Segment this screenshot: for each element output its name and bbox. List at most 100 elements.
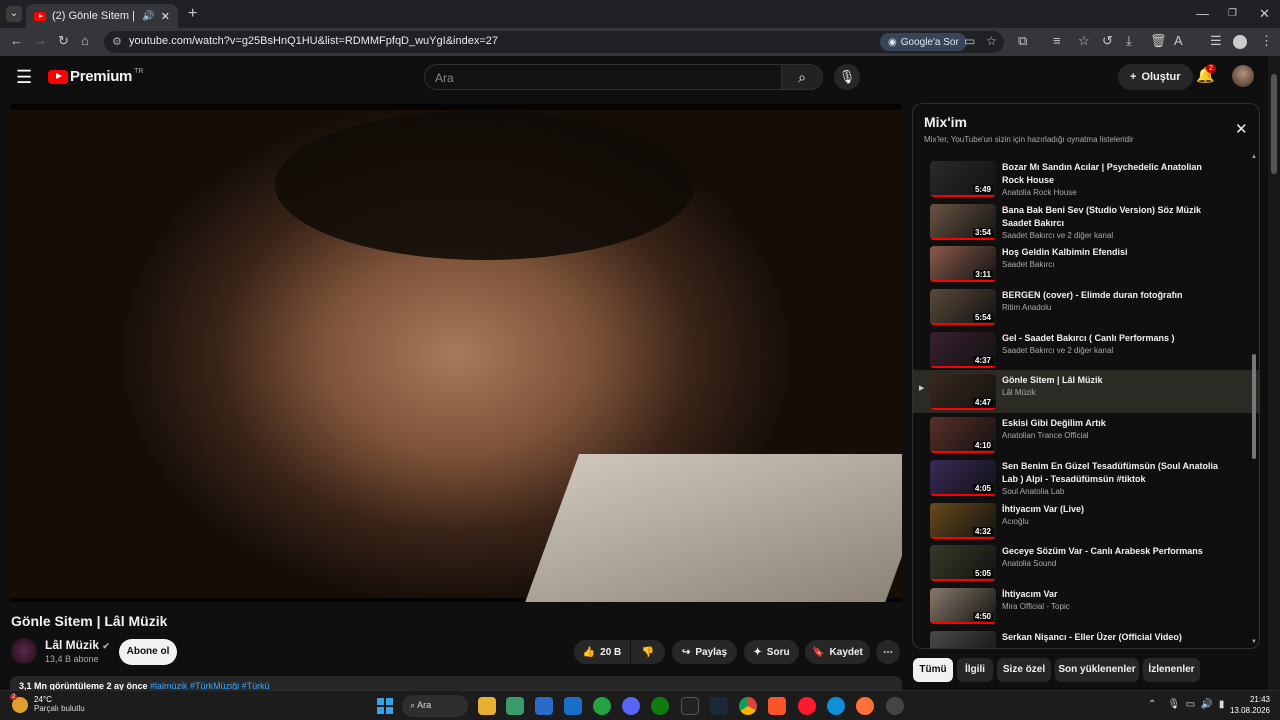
new-tab-button[interactable]: + — [188, 5, 197, 23]
playlist-item[interactable]: 4:50 İhtiyacım Var Mira Official - Topic — [913, 584, 1259, 627]
scroll-down-icon[interactable]: ▼ — [1251, 639, 1257, 645]
scroll-up-icon[interactable]: ▲ — [1251, 154, 1257, 160]
playlist-item[interactable]: Serkan Nişancı - Eller Üzer (Official Vi… — [913, 627, 1259, 648]
profile-avatar[interactable] — [1233, 35, 1247, 49]
chip-related[interactable]: İlgili — [957, 658, 993, 682]
speaker-icon[interactable]: 🔊 — [142, 11, 154, 22]
search-button[interactable]: ⌕ — [781, 64, 823, 90]
playlist-item[interactable]: 4:37 Gel - Saadet Bakırcı ( Canlı Perform… — [913, 328, 1259, 371]
clock[interactable]: 21:43 13.08.2026 — [1226, 694, 1270, 716]
video-thumbnail[interactable]: 3:11 — [930, 246, 996, 283]
file-explorer-icon[interactable] — [478, 697, 496, 715]
weather-widget[interactable]: 2 24°C Parçalı bulutlu — [10, 694, 85, 713]
like-button[interactable]: 👍 20 B — [574, 640, 630, 664]
playlist-item[interactable]: 3:11 Hoş Geldin Kalbimin Efendisi Saadet B… — [913, 242, 1259, 285]
battery-icon[interactable]: ▮ — [1219, 699, 1225, 710]
menu-icon[interactable]: ☰ — [16, 67, 32, 88]
video-thumbnail[interactable]: 4:32 — [930, 502, 996, 539]
settings-icon[interactable] — [886, 697, 904, 715]
playlist-item[interactable]: 5:49 Bozar Mı Sandın Acılar | Psychedelic… — [913, 157, 1259, 200]
playlist-item-title[interactable]: Sen Benim En Güzel Tesadüfümsün (Soul An… — [1002, 460, 1224, 486]
windows-start-icon[interactable] — [377, 698, 393, 714]
video-thumbnail[interactable]: 3:54 — [930, 203, 996, 240]
video-thumbnail[interactable]: 4:37 — [930, 331, 996, 368]
widgets-icon[interactable] — [506, 697, 524, 715]
taskbar-search[interactable]: ⌕ Ara — [402, 695, 468, 717]
brave-icon[interactable] — [768, 697, 786, 715]
cast-icon[interactable]: ▭ — [964, 34, 975, 48]
maximize-icon[interactable]: ❐ — [1228, 8, 1237, 19]
back-icon[interactable]: ← — [10, 33, 23, 48]
volume-icon[interactable]: 🔊 — [1201, 699, 1213, 710]
video-thumbnail[interactable]: 4:10 — [930, 417, 996, 454]
playlist-item[interactable]: 4:10 Eskisi Gibi Değilim Artık Anatolian T… — [913, 413, 1259, 456]
playlist-item-title[interactable]: Hoş Geldin Kalbimin Efendisi — [1002, 246, 1224, 259]
ask-button[interactable]: ✦ Soru — [744, 640, 799, 664]
system-tray[interactable]: ⌃ 🎙 ▭ 🔊 ▮ — [1148, 699, 1224, 710]
playlist-item[interactable]: 3:54 Bana Bak Beni Sev (Studio Version) S… — [913, 200, 1259, 243]
store-icon[interactable] — [535, 697, 553, 715]
tab-search-chevron-icon[interactable]: ⌄ — [6, 6, 22, 22]
mic-icon[interactable]: 🎙 — [1168, 699, 1181, 710]
steam-icon[interactable] — [710, 697, 728, 715]
video-player[interactable] — [10, 104, 902, 602]
site-info-icon[interactable]: ⚙ — [112, 35, 122, 48]
video-thumbnail[interactable] — [930, 630, 996, 648]
tab-active[interactable]: (2) Gönle Sitem | Lâl Müzik 🔊 ✕ — [26, 4, 178, 28]
tab-close-icon[interactable]: ✕ — [161, 10, 170, 23]
tray-chevron-icon[interactable]: ⌃ — [1148, 699, 1156, 710]
playlist-item[interactable]: 4:32 İhtiyacım Var (Live) Acıoğlu — [913, 499, 1259, 542]
save-button[interactable]: 🔖 Kaydet — [805, 640, 870, 664]
favorites-icon[interactable]: ☆ — [1078, 33, 1090, 49]
address-bar[interactable]: ⚙ youtube.com/watch?v=g25BsHnQ1HU&list=R… — [104, 31, 1004, 53]
window-close-icon[interactable]: ✕ — [1259, 6, 1270, 22]
discord-icon[interactable] — [622, 697, 640, 715]
playlist-item-title[interactable]: İhtiyacım Var (Live) — [1002, 503, 1224, 516]
video-thumbnail[interactable]: 4:47 — [930, 374, 996, 411]
playlist-item-title[interactable]: Serkan Nişancı - Eller Üzer (Official Vi… — [1002, 631, 1224, 644]
more-actions-button[interactable]: ⋯ — [876, 640, 900, 664]
reload-icon[interactable]: ↻ — [58, 33, 69, 49]
video-thumbnail[interactable]: 5:49 — [930, 161, 996, 197]
xbox-icon[interactable] — [651, 697, 669, 715]
bookmark-star-icon[interactable]: ☆ — [986, 34, 997, 48]
download-icon[interactable]: ⤓ — [1126, 33, 1132, 49]
playlist-item-title[interactable]: BERGEN (cover) - Elimde duran fotoğrafın — [1002, 289, 1224, 302]
chip-recently-uploaded[interactable]: Son yüklenenler — [1055, 658, 1139, 682]
chrome-icon[interactable] — [739, 697, 757, 715]
whatsapp-icon[interactable] — [593, 697, 611, 715]
playlist-item-title[interactable]: Bozar Mı Sandın Acılar | Psychedelic Ana… — [1002, 161, 1224, 187]
video-thumbnail[interactable]: 5:05 — [930, 545, 996, 582]
playlist-item[interactable]: 5:05 Geceye Sözüm Var - Canlı Arabesk Per… — [913, 541, 1259, 584]
channel-name[interactable]: Lâl Müzik ✔ — [45, 638, 110, 652]
video-thumbnail[interactable]: 4:05 — [930, 459, 996, 496]
media-icon[interactable]: ☰ — [1210, 33, 1222, 49]
playlist-item-title[interactable]: Gel - Saadet Bakırcı ( Canlı Performans … — [1002, 332, 1224, 345]
create-button[interactable]: + Oluştur — [1118, 64, 1193, 90]
channel-avatar[interactable] — [11, 638, 37, 664]
outlook-icon[interactable] — [564, 697, 582, 715]
video-thumbnail[interactable]: 5:54 — [930, 289, 996, 326]
minimize-icon[interactable]: — — [1196, 6, 1209, 21]
page-scrollbar[interactable] — [1268, 56, 1280, 690]
chip-for-you[interactable]: Size özel — [997, 658, 1051, 682]
more-menu-icon[interactable]: ⋮ — [1260, 33, 1273, 49]
playlist-item[interactable]: 4:05 Sen Benim En Güzel Tesadüfümsün (Sou… — [913, 456, 1259, 499]
youtube-logo[interactable]: Premium TR — [48, 68, 143, 85]
voice-search-button[interactable]: 🎙 — [834, 64, 860, 90]
reading-icon[interactable]: ≡ — [1053, 33, 1061, 48]
dislike-button[interactable]: 👎 — [631, 640, 665, 664]
playlist-item-title[interactable]: Bana Bak Beni Sev (Studio Version) Söz M… — [1002, 204, 1224, 230]
forward-icon[interactable]: → — [34, 33, 47, 48]
playlist-item-title[interactable]: Geceye Sözüm Var - Canlı Arabesk Perform… — [1002, 545, 1224, 558]
account-avatar[interactable] — [1232, 65, 1254, 87]
search-input[interactable]: Ara — [424, 64, 782, 90]
opera-icon[interactable] — [798, 697, 816, 715]
google-ask-button[interactable]: ◉ Google'a Sor — [880, 33, 967, 51]
playlist-item-title[interactable]: İhtiyacım Var — [1002, 588, 1224, 601]
close-icon[interactable]: ✕ — [1235, 120, 1248, 138]
share-button[interactable]: ↪ Paylaş — [672, 640, 737, 664]
chip-all[interactable]: Tümü — [913, 658, 953, 682]
chip-watched[interactable]: İzlenenler — [1143, 658, 1200, 682]
playlist-item[interactable]: 5:54 BERGEN (cover) - Elimde duran fotoğr… — [913, 285, 1259, 328]
